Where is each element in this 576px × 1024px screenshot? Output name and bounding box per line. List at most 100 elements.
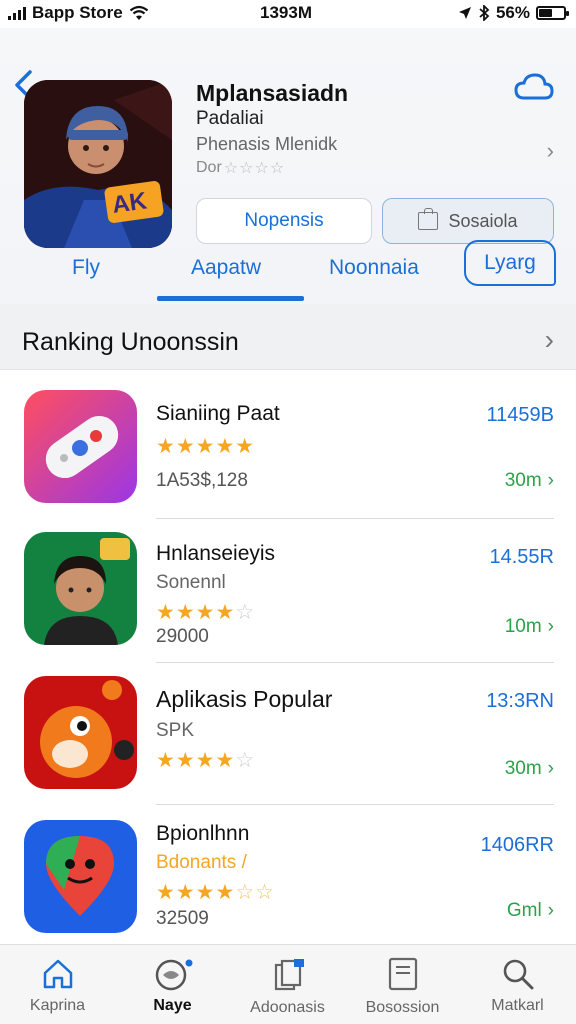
chevron-right-icon: › xyxy=(547,616,554,637)
item-count: 1A53$,128 xyxy=(156,470,248,491)
tabbar-label: Kaprina xyxy=(29,997,86,1014)
app-icon: AK xyxy=(24,80,172,248)
tabbar-label: Matkarl xyxy=(491,997,544,1014)
stars-empty: ☆ xyxy=(235,601,256,624)
chevron-right-icon: › xyxy=(547,900,554,921)
avatar-icon xyxy=(24,532,137,645)
tab-aapatw[interactable]: Aapatw xyxy=(191,256,261,280)
tab-lyarg-label: Lyarg xyxy=(484,251,536,274)
app-icon xyxy=(24,820,137,933)
item-stars: ★★★★☆☆ xyxy=(156,880,275,905)
item-name: Aplikasis Popular xyxy=(156,686,333,712)
chevron-right-icon: › xyxy=(547,470,554,491)
list-item[interactable]: Sianiing Paat ★★★★★ 1A53$,128 11459B 30m… xyxy=(0,384,576,524)
stars-filled: ★★★★ xyxy=(156,601,236,624)
document-icon xyxy=(388,957,417,991)
item-size: 1406RR xyxy=(480,834,554,856)
divider xyxy=(156,662,554,663)
mascot-icon xyxy=(24,676,137,789)
rocket-icon xyxy=(155,959,192,991)
item-time[interactable]: 10m › xyxy=(505,616,554,638)
tab-active-indicator xyxy=(157,296,304,301)
search-icon xyxy=(503,959,533,990)
divider xyxy=(156,518,554,519)
tabbar-apps[interactable]: Adoonasis xyxy=(230,945,345,1024)
share-button-label: Sosaiola xyxy=(448,210,518,231)
item-sub: Bdonants / xyxy=(156,852,247,873)
section-title: Ranking Unoonssin xyxy=(22,328,239,356)
divider xyxy=(156,804,554,805)
item-size: 11459B xyxy=(486,404,554,426)
stars-empty: ☆ xyxy=(235,749,256,772)
tabbar-label: Bosossion xyxy=(365,999,440,1016)
status-time: 1393M xyxy=(260,3,312,22)
cloud-download-icon[interactable] xyxy=(514,72,554,102)
app-rating: Dor ☆☆☆☆ xyxy=(196,158,285,178)
tab-bar-top: Fly Aapatw Noonnaia Lyarg xyxy=(0,236,576,302)
item-sub: Sonennl xyxy=(156,572,226,593)
list-item[interactable]: Bpionlhnn Bdonants / ★★★★☆☆ 32509 1406RR… xyxy=(0,812,576,952)
app-icon xyxy=(24,390,137,503)
map-pin-icon xyxy=(24,820,137,933)
item-stars: ★★★★★ xyxy=(156,434,255,459)
app-icon-badge: AK xyxy=(110,187,149,219)
open-button-label: Nopensis xyxy=(244,210,324,231)
item-time[interactable]: Gml › xyxy=(507,900,554,922)
item-time[interactable]: 30m › xyxy=(505,758,554,780)
app-title: Mplansasiadn xyxy=(196,80,349,106)
bag-icon xyxy=(418,208,439,230)
tabbar-label: Naye xyxy=(153,997,192,1014)
tab-lyarg[interactable]: Lyarg xyxy=(464,240,556,286)
item-size: 13:3RN xyxy=(486,690,554,712)
tabbar-home[interactable]: Kaprina xyxy=(0,945,115,1024)
stars-filled: ★★★★ xyxy=(156,881,236,904)
tabbar-arcade[interactable]: Bosossion xyxy=(345,945,460,1024)
app-icon xyxy=(24,676,137,789)
battery-icon xyxy=(536,6,569,20)
rating-stars: ☆☆☆☆ xyxy=(223,160,286,177)
tab-noonnaia[interactable]: Noonnaia xyxy=(329,256,419,280)
chevron-right-icon[interactable]: › xyxy=(545,324,554,356)
chevron-right-icon[interactable]: › xyxy=(547,138,554,164)
app-subtitle: Padaliai xyxy=(196,108,264,129)
bottom-tab-bar: Kaprina Naye Adoonasis Bosossion Matkarl xyxy=(0,944,576,1024)
signal-icon xyxy=(8,6,26,20)
tabbar-games[interactable]: Naye xyxy=(115,945,230,1024)
battery-percent: 56% xyxy=(495,3,530,22)
tabbar-search[interactable]: Matkarl xyxy=(460,945,575,1024)
wifi-icon xyxy=(129,5,148,20)
item-name: Sianiing Paat xyxy=(156,402,280,425)
status-left: Bapp Store xyxy=(8,3,149,23)
bluetooth-icon xyxy=(479,5,490,21)
app-developer[interactable]: Phenasis Mlenidk xyxy=(196,134,337,155)
item-time-label: 30m xyxy=(504,470,542,491)
list-item[interactable]: Hnlanseieyis Sonennl ★★★★☆ 29000 14.55R … xyxy=(0,526,576,666)
item-time[interactable]: 30m › xyxy=(505,470,554,492)
item-stars: ★★★★☆ xyxy=(156,748,255,773)
section-header[interactable]: Ranking Unoonssin › xyxy=(0,304,576,370)
rating-prefix: Dor xyxy=(196,159,222,176)
tab-fly[interactable]: Fly xyxy=(72,256,100,280)
item-time-label: 30m xyxy=(504,758,542,779)
carrier-label: Bapp Store xyxy=(32,3,123,22)
app-icon xyxy=(24,532,137,645)
stars-filled: ★★★★★ xyxy=(156,435,256,458)
status-bar: Bapp Store 1393M 56% xyxy=(0,0,576,28)
status-right: 56% xyxy=(458,3,569,23)
apps-stack-icon xyxy=(274,959,304,991)
item-stars: ★★★★☆ xyxy=(156,600,255,625)
stars-empty: ☆☆ xyxy=(235,881,275,904)
item-sub: SPK xyxy=(156,720,195,741)
item-time-label: Gml xyxy=(506,900,542,921)
item-time-label: 10m xyxy=(504,616,542,637)
list-item[interactable]: Aplikasis Popular SPK ★★★★☆ 13:3RN 30m › xyxy=(0,670,576,810)
item-name: Bpionlhnn xyxy=(156,822,250,845)
chevron-right-icon: › xyxy=(547,758,554,779)
game-controller-icon xyxy=(24,390,137,503)
app-icon-artwork: AK xyxy=(24,80,172,248)
item-count: 29000 xyxy=(156,626,209,647)
home-icon xyxy=(43,959,72,989)
tabbar-label: Adoonasis xyxy=(250,999,325,1016)
location-icon xyxy=(458,7,471,19)
battery-fill xyxy=(539,9,552,17)
